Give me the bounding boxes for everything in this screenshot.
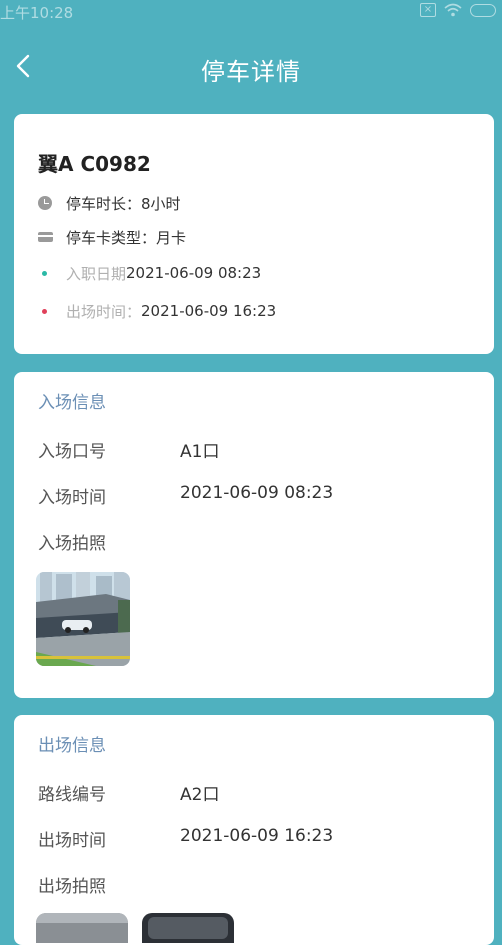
parking-summary-card: 翼A C0982 停车时长：8小时 停车卡类型：月卡 入职日期 2021-06-… bbox=[14, 114, 494, 354]
green-dot-icon bbox=[42, 270, 47, 276]
entry-date-label: 入职日期 bbox=[66, 264, 127, 283]
entry-date-row: 入职日期 2021-06-09 08:23 bbox=[38, 262, 261, 284]
exit-time-value: 2021-06-09 16:23 bbox=[180, 826, 334, 846]
status-time: 上午10:28 bbox=[0, 4, 74, 22]
exit-photo-1[interactable] bbox=[36, 913, 128, 943]
status-icons: × bbox=[420, 3, 496, 17]
duration-row: 停车时长：8小时 bbox=[38, 192, 181, 214]
license-plate: 翼A C0982 bbox=[38, 152, 151, 176]
exit-time-label: 出场时间： bbox=[66, 302, 142, 321]
status-bar: 上午10:28 × bbox=[0, 0, 502, 24]
duration-text: 停车时长：8小时 bbox=[66, 194, 181, 213]
entry-time-value: 2021-06-09 08:23 bbox=[180, 483, 334, 503]
entry-gate-value: A1口 bbox=[180, 442, 220, 462]
exit-info-card: 出场信息 路线编号 A2口 出场时间 2021-06-09 16:23 出场拍照 bbox=[14, 715, 494, 945]
red-dot-icon bbox=[42, 308, 47, 314]
page-title: 停车详情 bbox=[201, 58, 301, 86]
exit-section-title: 出场信息 bbox=[38, 736, 106, 756]
entry-photo[interactable] bbox=[36, 572, 130, 666]
card-type-text: 停车卡类型：月卡 bbox=[66, 228, 187, 247]
exit-route-value: A2口 bbox=[180, 785, 220, 805]
clock-icon bbox=[38, 196, 52, 210]
exit-route-label: 路线编号 bbox=[38, 785, 106, 805]
entry-photo-label: 入场拍照 bbox=[38, 534, 106, 554]
card-type-row: 停车卡类型：月卡 bbox=[38, 226, 186, 248]
entry-gate-label: 入场口号 bbox=[38, 442, 106, 462]
exit-photo-2[interactable] bbox=[142, 913, 234, 943]
exit-time-row: 出场时间： 2021-06-09 16:23 bbox=[38, 300, 276, 322]
entry-info-card: 入场信息 入场口号 A1口 入场时间 2021-06-09 08:23 入场拍照 bbox=[14, 372, 494, 698]
entry-time-label: 入场时间 bbox=[38, 488, 106, 508]
battery-icon bbox=[470, 3, 496, 17]
app-header: 停车详情 bbox=[0, 40, 502, 96]
wifi-icon bbox=[444, 3, 462, 17]
close-box-icon: × bbox=[420, 3, 436, 17]
card-icon bbox=[38, 232, 53, 242]
exit-photo-label: 出场拍照 bbox=[38, 877, 106, 897]
exit-time-value: 2021-06-09 16:23 bbox=[141, 302, 277, 320]
entry-section-title: 入场信息 bbox=[38, 393, 106, 413]
entry-date-value: 2021-06-09 08:23 bbox=[126, 264, 262, 282]
exit-time-label: 出场时间 bbox=[38, 831, 106, 851]
